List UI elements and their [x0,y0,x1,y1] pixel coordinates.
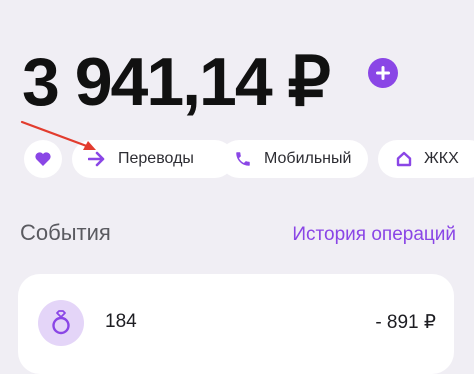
operation-icon [38,300,84,346]
mobile-chip[interactable]: Мобильный [220,140,368,178]
phone-icon [236,152,250,166]
transfers-label: Переводы [118,150,194,167]
house-icon [396,151,412,167]
history-link[interactable]: История операций [292,224,456,246]
ring-icon [52,310,70,335]
operation-amount: - 891 ₽ [375,312,436,333]
transfers-chip[interactable]: Переводы [72,140,234,178]
arrow-right-icon [88,151,105,167]
favorites-chip[interactable] [24,140,62,178]
events-title: События [20,220,111,245]
top-up-button[interactable] [368,58,398,88]
operation-name: 184 [105,311,137,332]
utilities-label: ЖКХ [424,150,459,167]
heart-icon [35,152,51,166]
utilities-chip[interactable]: ЖКХ [378,140,474,178]
balance-amount: 3 941,14 ₽ [22,44,331,120]
plus-icon [376,66,390,80]
operation-card[interactable]: 184 - 891 ₽ [18,274,454,374]
mobile-label: Мобильный [264,150,352,167]
